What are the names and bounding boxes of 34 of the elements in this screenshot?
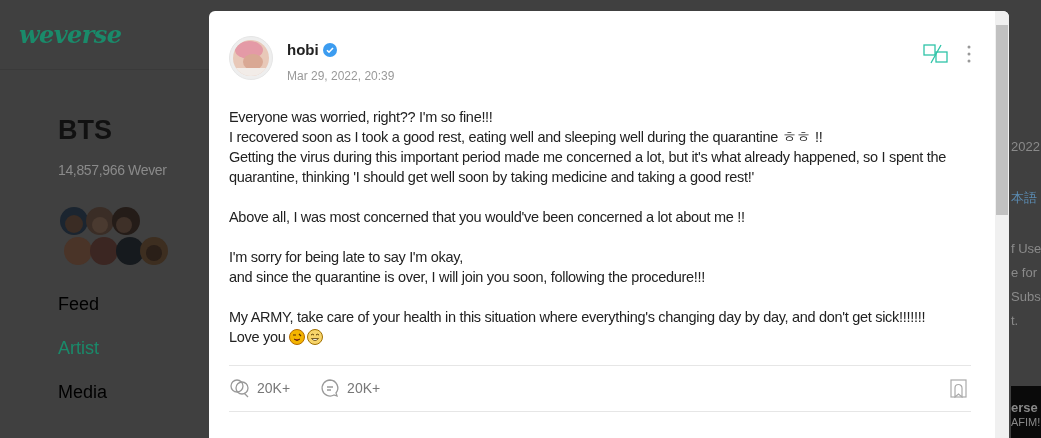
scroll-thumb[interactable] [996,25,1008,215]
smiling-emoji-icon [307,328,324,345]
post-text: I'm sorry for being late to say I'm okay, [229,247,464,267]
like-count: 20K+ [257,378,291,398]
comment-count: 20K+ [347,378,381,398]
post-text: Getting the virus during this important period made me concerned a lot, but it's what already happened, so I spent the quarantine, thinking 'I should get well soon by taking medicine and taking a good rest!' [229,147,947,187]
background-text: e for [1011,263,1038,282]
translate-icon[interactable] [923,44,949,64]
nav-item[interactable]: Media [58,382,209,401]
scrollbar[interactable] [995,11,1009,438]
like-icon[interactable] [229,377,251,399]
post-text: Love you [229,327,286,347]
logo[interactable]: weverse [19,16,122,53]
background-text: Subs [1011,287,1041,306]
comment-icon[interactable] [320,378,341,398]
post-text: Above all, I was most concerned that you would've been concerned a lot about me !! [229,207,746,227]
background-text: f Use [1011,239,1041,258]
post-text: Everyone was worried, right?? I'm so fine!!! [229,107,494,127]
winking-tongue-emoji-icon [289,328,306,345]
author-name[interactable]: hobi [287,39,319,62]
post-text: and since the quarantine is over, I will join you soon, following the procedure!!! [229,267,706,287]
member-count: 14,857,966 Wever [58,160,168,180]
banner-text: AFIM! [1011,416,1041,430]
nav-item[interactable]: Feed [58,294,209,313]
nav-item[interactable]: Artist [58,338,209,357]
post-text: I recovered soon as I took a good rest, eating well and sleeping well during the quarantine ㅎㅎ !! [229,127,824,147]
post-text: My ARMY, take care of your health in this situation where everything's changing day by day, and don't get sick!!!!!!! [229,307,927,327]
background-text: t. [1011,311,1020,330]
post-date: Mar 29, 2022, 20:39 [287,67,395,85]
background-text: 2022 [1011,138,1041,156]
more-icon[interactable] [967,44,971,64]
bookmark-icon[interactable] [950,378,967,398]
background-text: 本語 [1011,189,1038,207]
banner-title: erse [1011,400,1039,417]
